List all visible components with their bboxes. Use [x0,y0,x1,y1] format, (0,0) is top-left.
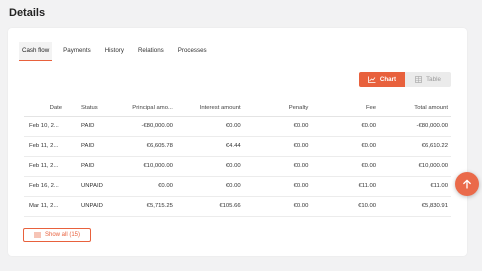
cell-principal: -€80,000.00 [110,116,176,137]
tab-cash-flow[interactable]: Cash flow [19,42,53,61]
column-header-principal[interactable]: Principal amo... [110,100,176,117]
cell-total: €5,830.91 [379,196,451,217]
column-header-date[interactable]: Date [24,100,66,117]
cell-status: PAID [65,136,111,157]
cell-interest: €0.00 [175,176,244,197]
cash-flow-table: Date Status Principal amo... Interest am… [24,100,451,217]
cell-date: Feb 10, 2... [24,116,66,137]
view-toggle: Chart Table [359,72,451,87]
chart-view-label: Chart [379,76,397,83]
cell-status: PAID [65,156,111,177]
cell-principal: €0.00 [110,176,176,197]
cell-fee: €0.00 [311,116,380,137]
cell-principal: €5,715.25 [110,196,176,217]
table-header-row: Date Status Principal amo... Interest am… [24,100,451,117]
cell-fee: €0.00 [311,136,380,157]
table-row[interactable]: Feb 10, 2... PAID -€80,000.00 €0.00 €0.0… [24,116,451,137]
scroll-to-top-button[interactable] [455,172,479,196]
tab-relations[interactable]: Relations [138,47,164,61]
cell-status: UNPAID [65,176,111,197]
cell-date: Feb 11, 2... [24,136,66,157]
cell-interest: €105.66 [175,196,244,217]
cell-fee: €10.00 [311,196,380,217]
page-title: Details [9,7,46,19]
cell-principal: €10,000.00 [110,156,176,177]
table-row[interactable]: Mar 11, 2... UNPAID €5,715.25 €105.66 €0… [24,196,451,217]
cell-penalty: €0.00 [243,116,312,137]
tab-history[interactable]: History [105,47,124,61]
cell-date: Feb 16, 2... [24,176,66,197]
cell-total: €11.00 [379,176,451,197]
table-view-button[interactable]: Table [405,72,451,87]
cell-interest: €4.44 [175,136,244,157]
table-row[interactable]: Feb 11, 2... PAID €6,605.78 €4.44 €0.00 … [24,136,451,157]
show-all-button[interactable]: Show all (15) [23,228,91,242]
cell-principal: €6,605.78 [110,136,176,157]
tab-processes[interactable]: Processes [178,47,207,61]
column-header-total[interactable]: Total amount [379,100,451,117]
cell-status: UNPAID [65,196,111,217]
cell-interest: €0.00 [175,116,244,137]
table-row[interactable]: Feb 16, 2... UNPAID €0.00 €0.00 €0.00 €1… [24,176,451,197]
column-header-fee[interactable]: Fee [311,100,380,117]
cell-fee: €11.00 [311,176,380,197]
tab-payments[interactable]: Payments [63,47,91,61]
column-header-status[interactable]: Status [65,100,111,117]
show-all-label: Show all (15) [44,232,80,238]
cell-penalty: €0.00 [243,176,312,197]
cell-penalty: €0.00 [243,156,312,177]
column-header-interest[interactable]: Interest amount [175,100,244,117]
cell-date: Mar 11, 2... [24,196,66,217]
cell-status: PAID [65,116,111,137]
cell-total: -€80,000.00 [379,116,451,137]
list-icon [33,232,41,238]
tab-bar: Cash flow Payments History Relations Pro… [19,42,221,61]
cell-total: €10,000.00 [379,156,451,177]
cell-interest: €0.00 [175,156,244,177]
chart-view-button[interactable]: Chart [359,72,405,87]
details-card: Cash flow Payments History Relations Pro… [8,28,467,256]
cell-penalty: €0.00 [243,196,312,217]
column-header-penalty[interactable]: Penalty [243,100,312,117]
cell-penalty: €0.00 [243,136,312,157]
arrow-up-icon [463,179,471,189]
table-row[interactable]: Feb 11, 2... PAID €10,000.00 €0.00 €0.00… [24,156,451,177]
cell-total: €6,610.22 [379,136,451,157]
table-icon [415,76,422,83]
cell-fee: €0.00 [311,156,380,177]
line-chart-icon [368,76,376,83]
table-view-label: Table [426,76,441,83]
cell-date: Feb 11, 2... [24,156,66,177]
